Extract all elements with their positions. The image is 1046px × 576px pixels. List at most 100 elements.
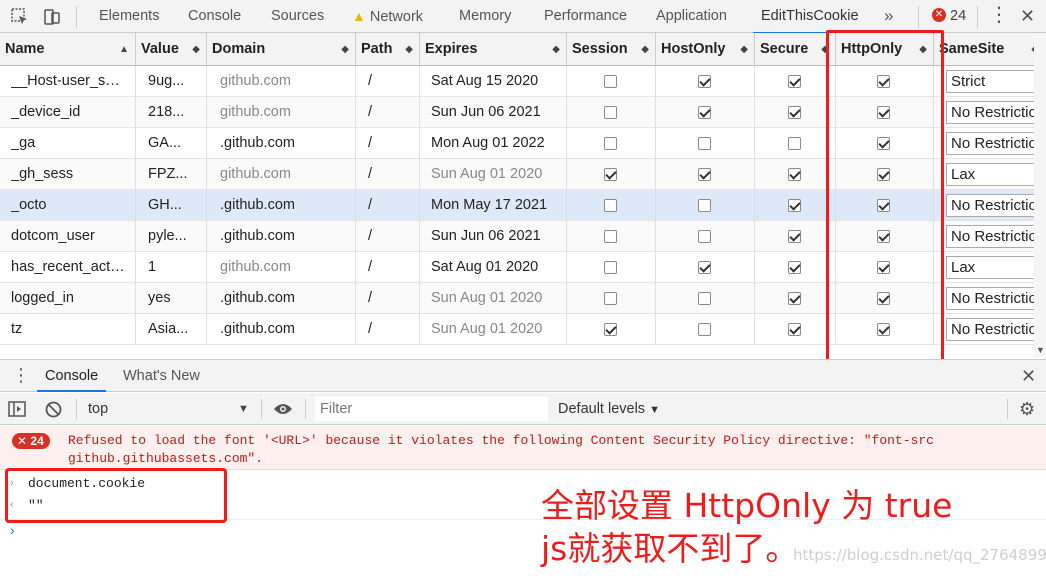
secure-checkbox[interactable]: [787, 168, 801, 181]
cell-expires-text[interactable]: Sat Aug 15 2020: [431, 66, 566, 96]
scroll-down-icon[interactable]: ▼: [1036, 345, 1045, 355]
cell-domain-text[interactable]: .github.com: [220, 221, 355, 251]
httponly-checkbox[interactable]: [877, 323, 890, 336]
httponly-checkbox[interactable]: [877, 261, 890, 274]
tab-console[interactable]: Console: [188, 0, 241, 33]
column-header-domain[interactable]: Domain ◆: [207, 33, 356, 66]
cell-value-text[interactable]: Asia...: [148, 314, 206, 344]
inspect-element-icon[interactable]: [10, 7, 30, 27]
secure-checkbox[interactable]: [787, 137, 801, 150]
drawer-tab-whats-new[interactable]: What's New: [123, 360, 200, 392]
hostonly-checkbox[interactable]: [697, 292, 711, 305]
close-drawer-icon[interactable]: ✕: [1021, 360, 1036, 392]
drawer-tab-console[interactable]: Console: [36, 360, 107, 392]
hostonly-checkbox[interactable]: [697, 106, 711, 119]
tab-memory[interactable]: Memory: [459, 0, 511, 33]
session-checkbox[interactable]: [603, 230, 617, 243]
column-header-name[interactable]: Name ▲: [0, 33, 136, 66]
gear-icon[interactable]: ⚙: [1019, 399, 1035, 420]
cell-path-text[interactable]: /: [368, 128, 419, 158]
close-devtools-icon[interactable]: ✕: [1020, 0, 1035, 33]
tab-elements[interactable]: Elements: [99, 0, 159, 33]
tab-application[interactable]: Application: [656, 0, 727, 33]
column-header-expires[interactable]: Expires ◆: [420, 33, 567, 66]
table-scrollbar[interactable]: ▼: [1034, 33, 1046, 357]
cell-path-text[interactable]: /: [368, 159, 419, 189]
tab-network[interactable]: ▲ Network: [352, 0, 423, 33]
chevron-down-icon[interactable]: ▼: [238, 393, 249, 425]
table-row[interactable]: __Host-user_session_same_site 9ug... githu…: [0, 66, 1046, 97]
session-checkbox[interactable]: [603, 137, 617, 150]
cell-name-text[interactable]: dotcom_user: [11, 221, 135, 251]
context-selector[interactable]: top: [88, 393, 108, 425]
cell-name-text[interactable]: _gh_sess: [11, 159, 135, 189]
secure-checkbox[interactable]: [787, 106, 801, 119]
table-row[interactable]: _gh_sess FPZ... github.com / Sun Aug 01 2020…: [0, 159, 1046, 190]
cell-expires-text[interactable]: Sun Aug 01 2020: [431, 314, 566, 344]
tab-sources[interactable]: Sources: [271, 0, 324, 33]
cell-expires-text[interactable]: Sun Jun 06 2021: [431, 221, 566, 251]
column-header-hostonly[interactable]: HostOnly ◆: [656, 33, 755, 66]
cell-path-text[interactable]: /: [368, 97, 419, 127]
cell-expires-text[interactable]: Sat Aug 01 2020: [431, 252, 566, 282]
column-header-value[interactable]: Value ◆: [136, 33, 207, 66]
error-count[interactable]: 24: [950, 0, 966, 33]
httponly-checkbox[interactable]: [877, 292, 890, 305]
httponly-checkbox[interactable]: [877, 168, 890, 181]
error-count-badge[interactable]: ✕ 24: [12, 433, 50, 449]
clear-console-icon[interactable]: [45, 401, 62, 421]
cell-value-text[interactable]: 218...: [148, 97, 206, 127]
session-checkbox[interactable]: [603, 199, 617, 212]
cell-domain-text[interactable]: .github.com: [220, 128, 355, 158]
cell-path-text[interactable]: /: [368, 252, 419, 282]
cell-domain-text[interactable]: .github.com: [220, 283, 355, 313]
live-expression-eye-icon[interactable]: [273, 402, 293, 419]
secure-checkbox[interactable]: [787, 75, 801, 88]
httponly-checkbox[interactable]: [877, 106, 890, 119]
cell-domain-text[interactable]: .github.com: [220, 190, 355, 220]
console-filter-input[interactable]: [315, 397, 548, 421]
session-checkbox[interactable]: [603, 168, 617, 181]
cell-value-text[interactable]: GA...: [148, 128, 206, 158]
cell-value-text[interactable]: yes: [148, 283, 206, 313]
column-header-samesite[interactable]: SameSite◆: [934, 33, 1046, 66]
hostonly-checkbox[interactable]: [697, 323, 711, 336]
samesite-select[interactable]: No Restriction: [946, 194, 1046, 217]
cell-domain-text[interactable]: github.com: [220, 66, 355, 96]
log-levels-dropdown[interactable]: Default levels ▼: [558, 393, 660, 426]
cell-name-text[interactable]: __Host-user_session_same_site: [11, 66, 135, 96]
cell-name-text[interactable]: tz: [11, 314, 135, 344]
hostonly-checkbox[interactable]: [697, 199, 711, 212]
session-checkbox[interactable]: [603, 323, 617, 336]
httponly-checkbox[interactable]: [877, 75, 890, 88]
tab-performance[interactable]: Performance: [544, 0, 627, 33]
column-header-secure[interactable]: Secure ◆: [755, 33, 836, 66]
cell-name-text[interactable]: has_recent_activity: [11, 252, 135, 282]
samesite-select[interactable]: Strict: [946, 70, 1046, 93]
hostonly-checkbox[interactable]: [697, 75, 711, 88]
cell-name-text[interactable]: logged_in: [11, 283, 135, 313]
session-checkbox[interactable]: [603, 261, 617, 274]
cell-expires-text[interactable]: Sun Aug 01 2020: [431, 283, 566, 313]
secure-checkbox[interactable]: [787, 323, 801, 336]
table-row[interactable]: has_recent_activity 1 github.com / Sat Aug 0…: [0, 252, 1046, 283]
cell-domain-text[interactable]: github.com: [220, 252, 355, 282]
cell-path-text[interactable]: /: [368, 314, 419, 344]
hostonly-checkbox[interactable]: [697, 137, 711, 150]
samesite-select[interactable]: No Restriction: [946, 287, 1046, 310]
httponly-checkbox[interactable]: [877, 199, 890, 212]
cell-value-text[interactable]: 1: [148, 252, 206, 282]
show-sidebar-icon[interactable]: [8, 401, 26, 420]
cell-name-text[interactable]: _octo: [11, 190, 135, 220]
cell-path-text[interactable]: /: [368, 190, 419, 220]
more-tabs-icon[interactable]: »: [884, 0, 893, 33]
cell-value-text[interactable]: FPZ...: [148, 159, 206, 189]
secure-checkbox[interactable]: [787, 292, 801, 305]
samesite-select[interactable]: Lax: [946, 163, 1046, 186]
error-x-icon[interactable]: ✕: [932, 8, 946, 22]
cell-value-text[interactable]: 9ug...: [148, 66, 206, 96]
samesite-select[interactable]: No Restriction: [946, 225, 1046, 248]
cell-domain-text[interactable]: github.com: [220, 97, 355, 127]
cell-domain-text[interactable]: github.com: [220, 159, 355, 189]
samesite-select[interactable]: No Restriction: [946, 132, 1046, 155]
